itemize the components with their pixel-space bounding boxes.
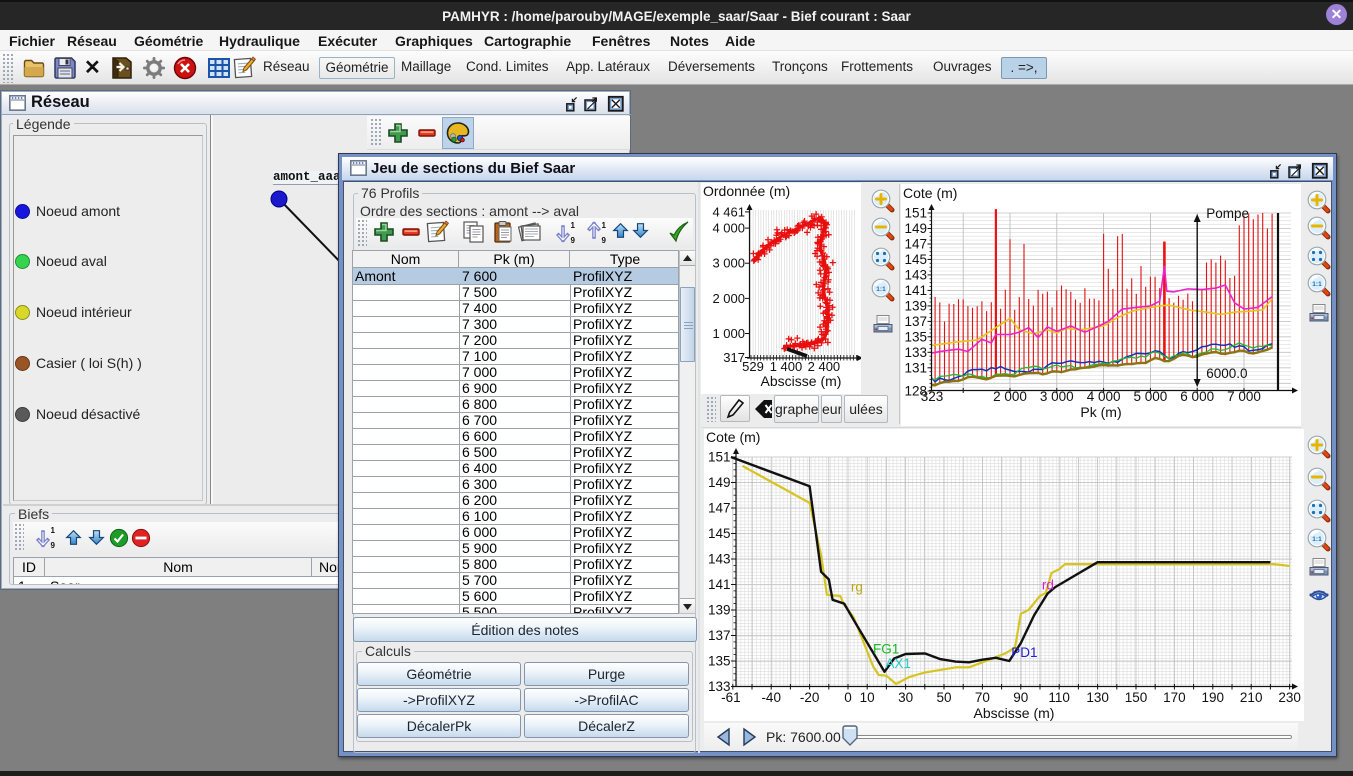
svg-text:FG1: FG1 <box>873 641 899 656</box>
svg-text:PD1: PD1 <box>1011 645 1037 660</box>
svg-text:rd: rd <box>1042 578 1054 593</box>
svg-text:-61: -61 <box>721 690 741 705</box>
svg-text:90: 90 <box>1013 690 1028 705</box>
svg-text:6 000: 6 000 <box>1180 389 1214 404</box>
svg-text:1: 1 <box>51 526 56 535</box>
svg-text:230: 230 <box>1278 690 1301 705</box>
svg-text:110: 110 <box>1048 690 1070 705</box>
svg-text:190: 190 <box>1202 690 1225 705</box>
svg-text:141: 141 <box>904 283 927 298</box>
svg-text:30: 30 <box>898 690 913 705</box>
svg-text:210: 210 <box>1240 690 1263 705</box>
svg-text:145: 145 <box>708 526 731 541</box>
svg-text:3 000: 3 000 <box>712 256 745 271</box>
svg-text:2 400: 2 400 <box>808 359 841 374</box>
svg-text:0: 0 <box>844 690 852 705</box>
svg-text:50: 50 <box>936 690 951 705</box>
svg-text:2 000: 2 000 <box>993 389 1027 404</box>
svg-text:145: 145 <box>904 252 927 267</box>
svg-text:AX1: AX1 <box>885 656 911 671</box>
svg-text:70: 70 <box>975 690 990 705</box>
svg-text:147: 147 <box>904 237 927 252</box>
svg-text:Pk (m): Pk (m) <box>1080 404 1121 420</box>
svg-text:141: 141 <box>708 577 731 592</box>
svg-text:Abscisse (m): Abscisse (m) <box>761 373 842 389</box>
svg-text:Cote (m): Cote (m) <box>706 429 760 445</box>
svg-text:135: 135 <box>904 329 927 344</box>
svg-text:4 000: 4 000 <box>712 221 745 236</box>
svg-text:135: 135 <box>708 654 731 669</box>
svg-text:147: 147 <box>708 501 731 516</box>
svg-text:143: 143 <box>708 552 731 567</box>
svg-text:4 461: 4 461 <box>712 204 745 219</box>
svg-text:3 000: 3 000 <box>1040 389 1074 404</box>
svg-text:6000.0: 6000.0 <box>1206 366 1247 381</box>
svg-text:1:1: 1:1 <box>1312 281 1322 288</box>
svg-text:5 000: 5 000 <box>1134 389 1168 404</box>
svg-text:-40: -40 <box>761 690 781 705</box>
svg-text:133: 133 <box>904 345 927 360</box>
svg-text:Abscisse (m): Abscisse (m) <box>974 705 1055 721</box>
svg-text:529: 529 <box>742 359 764 374</box>
svg-text:-20: -20 <box>800 690 820 705</box>
svg-text:1:1: 1:1 <box>1312 536 1322 543</box>
svg-text:1:1: 1:1 <box>876 286 886 293</box>
svg-text:139: 139 <box>708 603 731 618</box>
svg-text:2 000: 2 000 <box>712 291 745 306</box>
svg-text:9: 9 <box>51 541 56 550</box>
svg-text:151: 151 <box>708 450 731 465</box>
svg-text:149: 149 <box>904 221 927 236</box>
svg-text:1: 1 <box>571 221 576 230</box>
svg-text:1 400: 1 400 <box>770 359 803 374</box>
svg-text:10: 10 <box>860 690 875 705</box>
svg-text:9: 9 <box>602 236 607 245</box>
svg-text:139: 139 <box>904 298 927 313</box>
svg-text:7 000: 7 000 <box>1227 389 1261 404</box>
svg-text:149: 149 <box>708 475 731 490</box>
svg-text:Cote (m): Cote (m) <box>903 185 957 201</box>
svg-text:137: 137 <box>708 628 731 643</box>
svg-text:131: 131 <box>904 360 927 375</box>
svg-text:rg: rg <box>851 580 863 595</box>
svg-text:Pompe: Pompe <box>1206 206 1249 221</box>
svg-text:4 000: 4 000 <box>1087 389 1121 404</box>
svg-text:1: 1 <box>602 221 607 230</box>
svg-text:150: 150 <box>1125 690 1148 705</box>
svg-text:143: 143 <box>904 267 927 282</box>
svg-text:170: 170 <box>1163 690 1186 705</box>
svg-text:9: 9 <box>571 236 576 245</box>
svg-text:Ordonnée (m): Ordonnée (m) <box>703 183 790 199</box>
svg-text:323: 323 <box>921 389 944 404</box>
svg-text:1 000: 1 000 <box>712 326 745 341</box>
svg-text:130: 130 <box>1086 690 1109 705</box>
svg-text:137: 137 <box>904 314 927 329</box>
svg-text:151: 151 <box>904 206 927 221</box>
